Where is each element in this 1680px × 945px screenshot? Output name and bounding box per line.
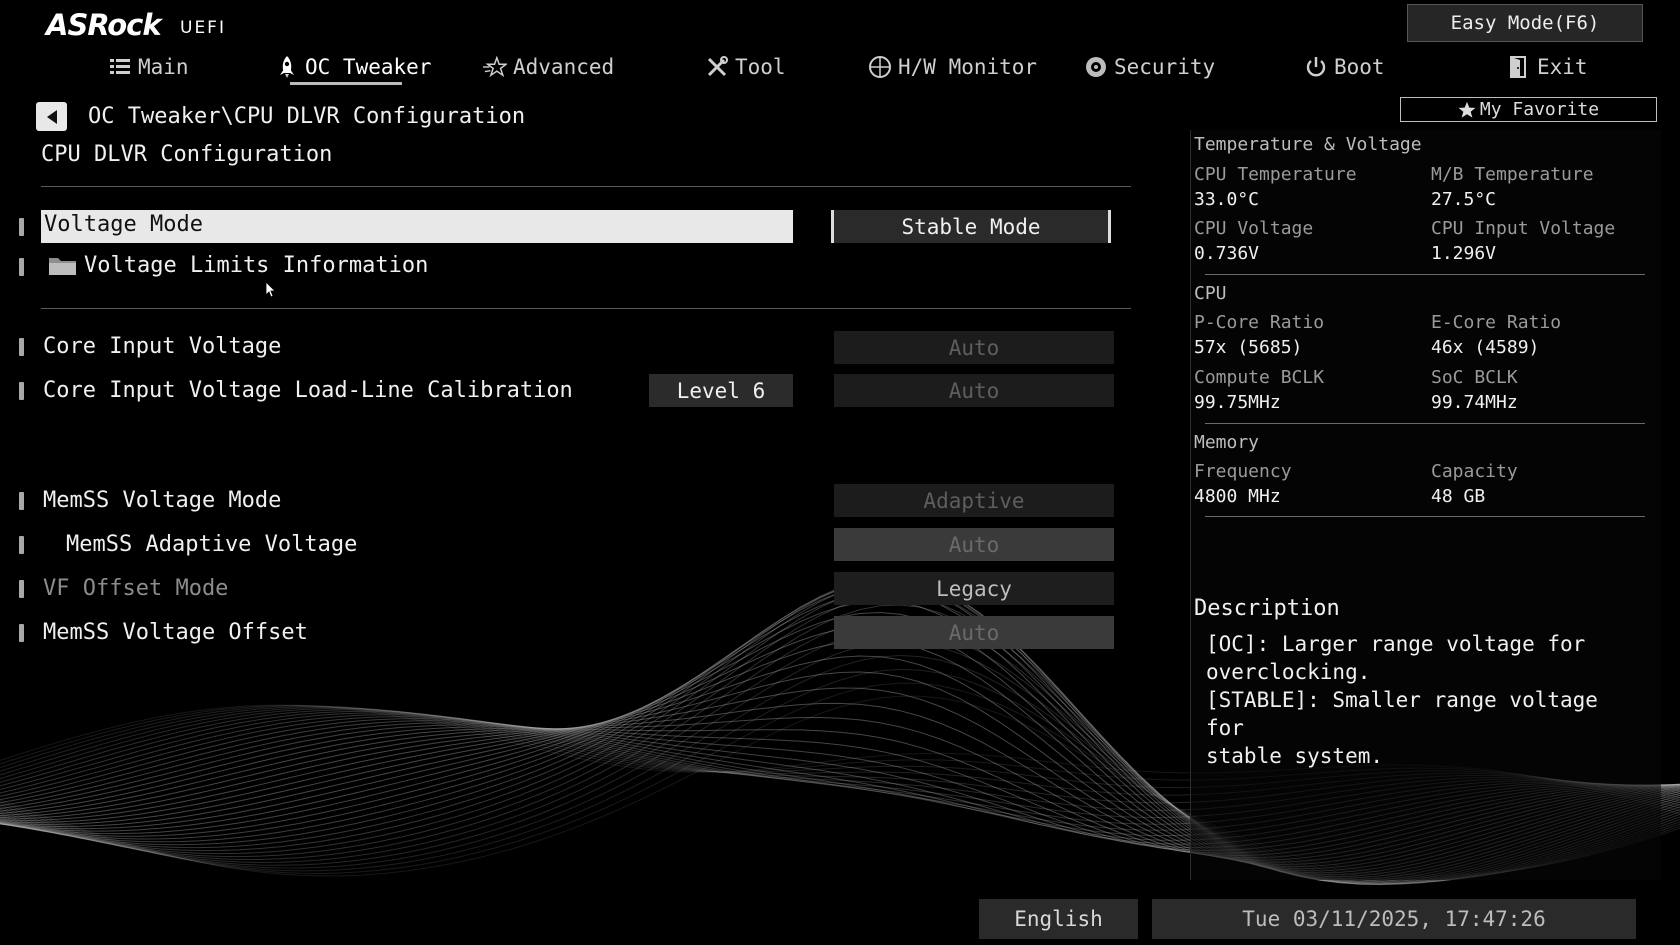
tab-label: Advanced — [513, 55, 615, 79]
cpu-input-voltage-label: CPU Input Voltage — [1431, 218, 1616, 239]
row-marker — [19, 338, 24, 356]
row-marker — [19, 218, 24, 236]
tab-hw-monitor[interactable]: H/W Monitor — [868, 50, 1037, 84]
tab-label: OC Tweaker — [305, 55, 432, 79]
memss-voltage-mode-label: MemSS Voltage Mode — [43, 488, 282, 513]
core-input-voltage-label: Core Input Voltage — [43, 334, 282, 359]
tab-oc-tweaker[interactable]: OC Tweaker — [275, 50, 431, 84]
ecore-ratio-label: E-Core Ratio — [1431, 312, 1562, 333]
monitor-icon — [868, 55, 892, 79]
core-input-llc-current: Level 6 — [649, 374, 793, 407]
back-arrow-icon — [46, 109, 57, 124]
my-favorite-label: My Favorite — [1479, 99, 1600, 120]
tab-main[interactable]: Main — [108, 50, 189, 84]
page-title: CPU DLVR Configuration — [41, 142, 333, 167]
tab-advanced[interactable]: Advanced — [483, 50, 614, 84]
row-marker — [19, 382, 24, 400]
memory-capacity-label: Capacity — [1431, 461, 1518, 482]
section-divider — [1205, 423, 1645, 424]
asrock-logo: ASRock — [46, 8, 162, 42]
memory-frequency-value: 4800 MHz — [1194, 486, 1281, 507]
star-icon — [1458, 101, 1476, 118]
breadcrumb: OC Tweaker\CPU DLVR Configuration — [88, 104, 526, 129]
tab-tool[interactable]: Tool — [705, 50, 786, 84]
memss-adaptive-voltage-value[interactable]: Auto — [834, 528, 1114, 561]
tab-label: Boot — [1334, 55, 1385, 79]
back-button[interactable] — [36, 102, 67, 131]
active-tab-indicator — [290, 82, 402, 85]
section-divider — [1205, 274, 1645, 275]
compute-bclk-label: Compute BCLK — [1194, 367, 1325, 388]
easy-mode-button[interactable]: Easy Mode(F6) — [1407, 4, 1643, 42]
divider — [41, 308, 1131, 309]
row-marker — [19, 492, 24, 510]
cpu-temp-label: CPU Temperature — [1194, 164, 1357, 185]
memory-heading: Memory — [1194, 432, 1260, 453]
list-icon — [108, 55, 132, 79]
tab-label: Tool — [735, 55, 786, 79]
pcore-ratio-label: P-Core Ratio — [1194, 312, 1325, 333]
core-input-llc-value[interactable]: Auto — [834, 374, 1114, 407]
tab-label: Main — [138, 55, 189, 79]
uefi-label: UEFI — [180, 18, 226, 38]
memory-capacity-value: 48 GB — [1431, 486, 1486, 507]
voltage-mode-label: Voltage Mode — [44, 212, 203, 237]
folder-icon — [48, 253, 78, 281]
tab-boot[interactable]: Boot — [1304, 50, 1385, 84]
exit-icon — [1507, 55, 1531, 79]
memss-voltage-offset-value[interactable]: Auto — [834, 616, 1114, 649]
cpu-voltage-label: CPU Voltage — [1194, 218, 1314, 239]
shield-icon — [1084, 55, 1108, 79]
memory-frequency-label: Frequency — [1194, 461, 1292, 482]
mouse-cursor-icon — [265, 281, 276, 302]
datetime-display: Tue 03/11/2025, 17:47:26 — [1152, 899, 1636, 939]
soc-bclk-value: 99.74MHz — [1431, 392, 1518, 413]
tab-security[interactable]: Security — [1084, 50, 1215, 84]
cpu-input-voltage-value: 1.296V — [1431, 243, 1497, 264]
tab-exit[interactable]: Exit — [1507, 50, 1588, 84]
ecore-ratio-value: 46x (4589) — [1431, 337, 1540, 358]
description-heading: Description — [1194, 596, 1340, 621]
row-marker — [19, 580, 24, 598]
rocket-icon — [275, 55, 299, 79]
row-marker — [19, 624, 24, 642]
star-icon — [483, 55, 507, 79]
voltage-mode-value[interactable]: Stable Mode — [831, 210, 1111, 243]
core-input-voltage-value[interactable]: Auto — [834, 331, 1114, 364]
section-divider — [1205, 516, 1645, 517]
my-favorite-button[interactable]: My Favorite — [1400, 97, 1657, 122]
description-text: [OC]: Larger range voltage for overclock… — [1206, 632, 1598, 768]
compute-bclk-value: 99.75MHz — [1194, 392, 1281, 413]
row-marker — [19, 536, 24, 554]
cpu-temp-value: 33.0°C — [1194, 189, 1260, 210]
tab-label: H/W Monitor — [898, 55, 1038, 79]
mb-temp-label: M/B Temperature — [1431, 164, 1594, 185]
language-button[interactable]: English — [979, 899, 1138, 939]
tools-icon — [705, 55, 729, 79]
temp-voltage-heading: Temperature & Voltage — [1194, 134, 1422, 155]
pcore-ratio-value: 57x (5685) — [1194, 337, 1303, 358]
vf-offset-mode-value[interactable]: Legacy — [834, 572, 1114, 605]
soc-bclk-label: SoC BCLK — [1431, 367, 1518, 388]
vf-offset-mode-label: VF Offset Mode — [43, 576, 229, 601]
memss-voltage-offset-label: MemSS Voltage Offset — [43, 620, 308, 645]
voltage-limits-info-link[interactable]: Voltage Limits Information — [84, 253, 428, 278]
cpu-voltage-value: 0.736V — [1194, 243, 1260, 264]
memss-adaptive-voltage-label: MemSS Adaptive Voltage — [66, 532, 358, 557]
power-icon — [1304, 55, 1328, 79]
cpu-heading: CPU — [1194, 283, 1227, 304]
tab-label: Exit — [1537, 55, 1588, 79]
row-marker — [19, 258, 24, 276]
core-input-llc-label: Core Input Voltage Load-Line Calibration — [43, 378, 573, 403]
tab-label: Security — [1114, 55, 1216, 79]
divider — [41, 186, 1131, 187]
mb-temp-value: 27.5°C — [1431, 189, 1497, 210]
memss-voltage-mode-value[interactable]: Adaptive — [834, 484, 1114, 517]
